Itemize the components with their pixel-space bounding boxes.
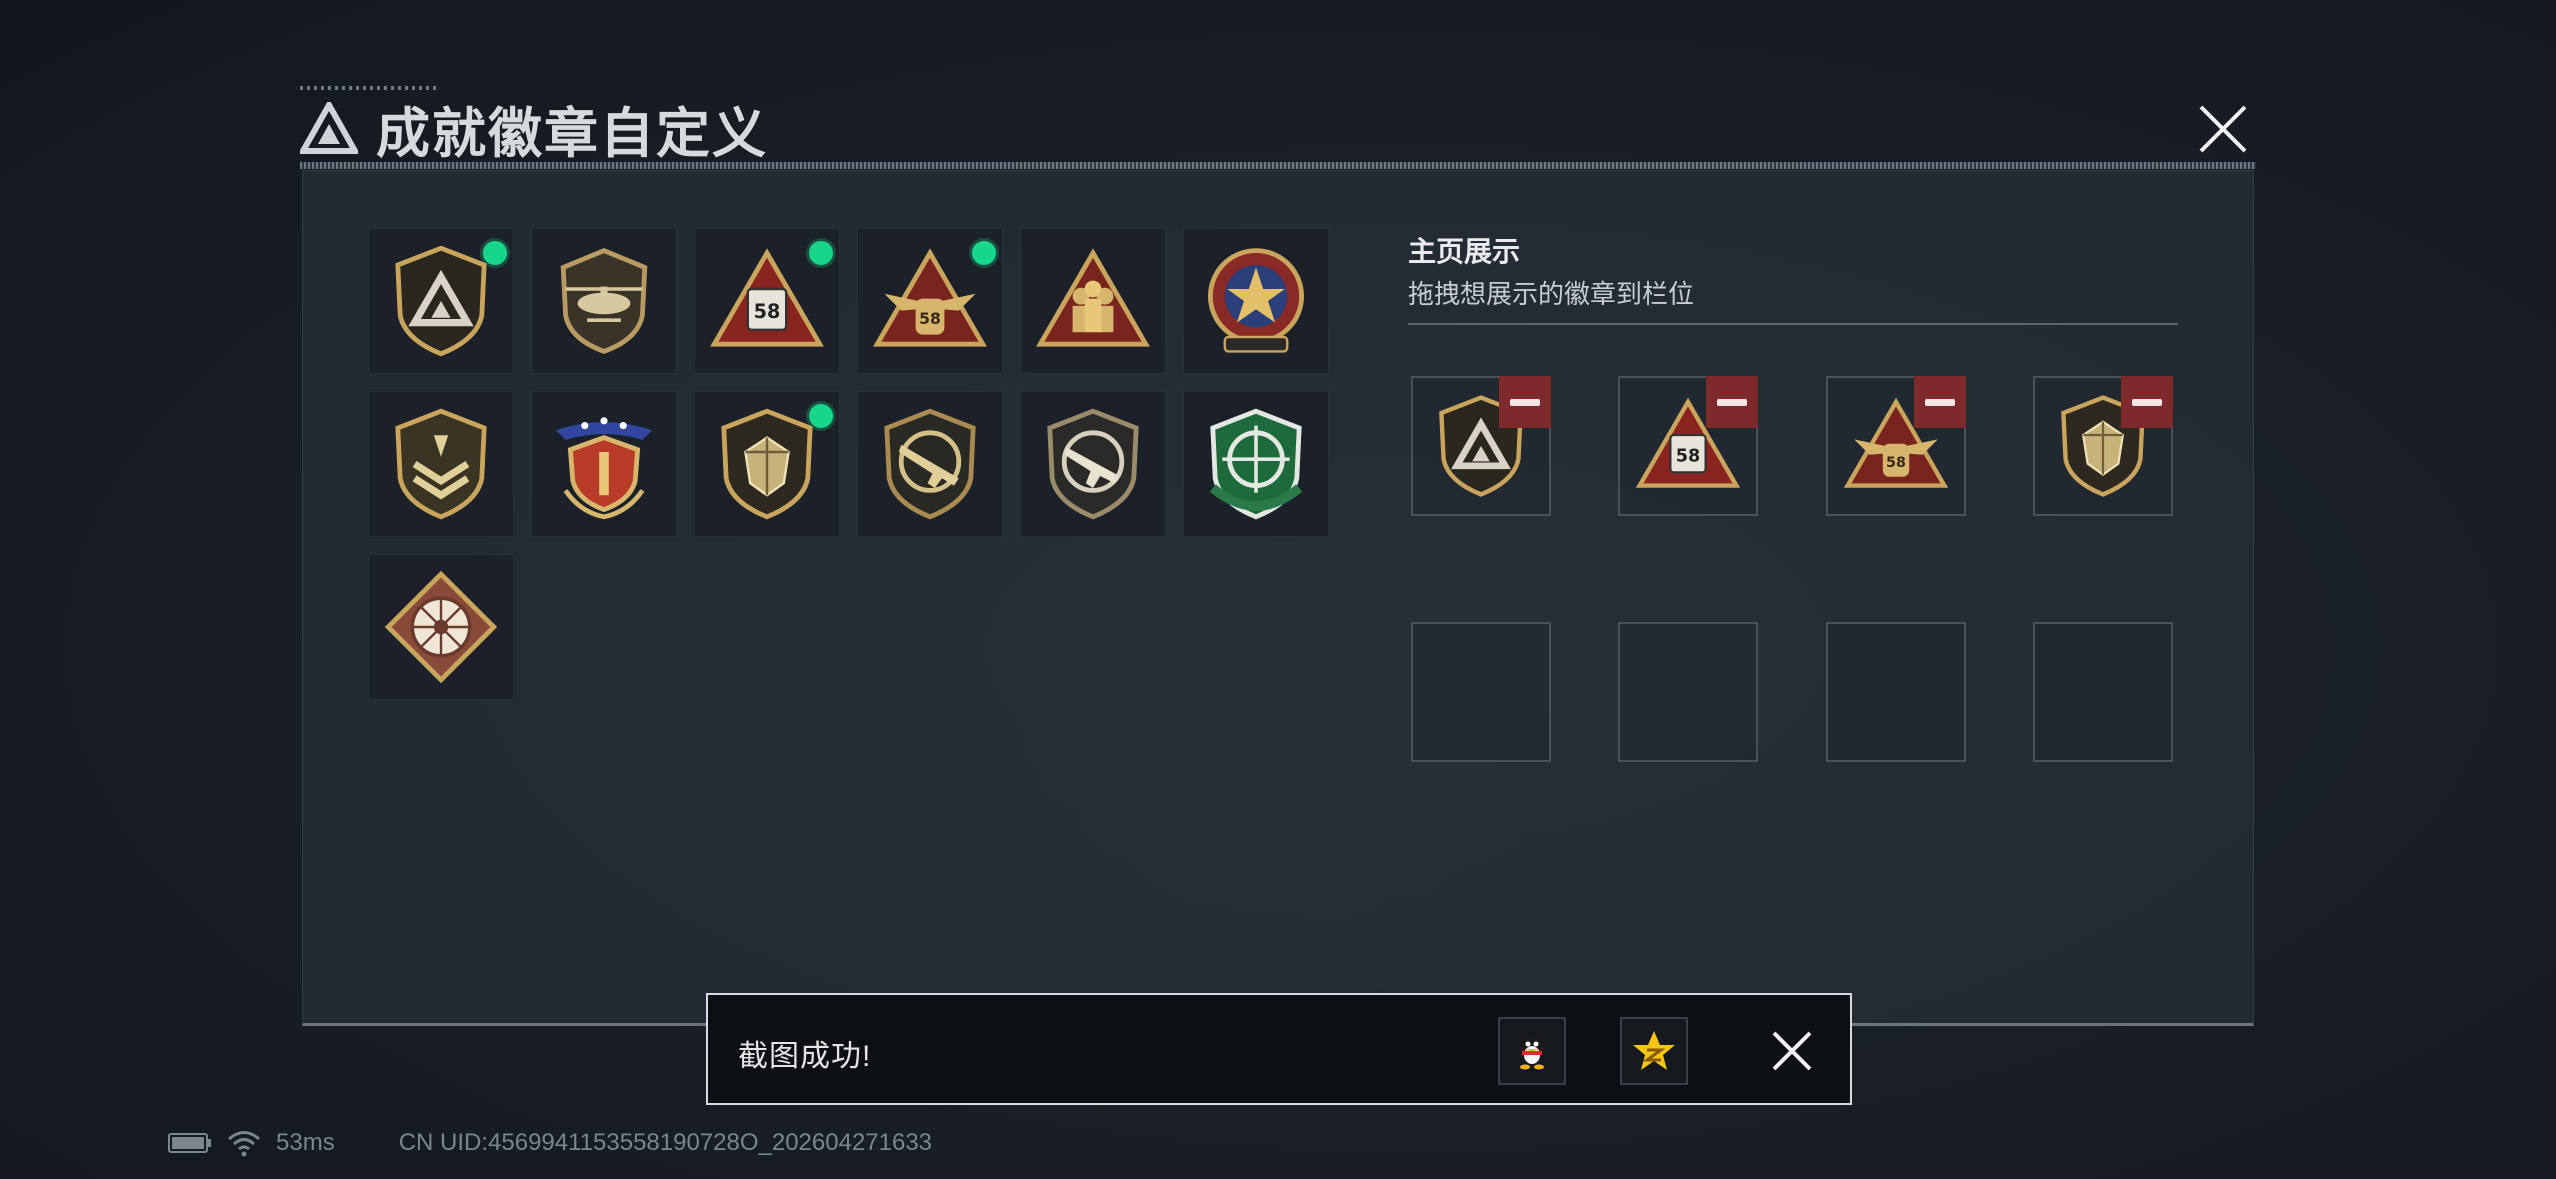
svg-text:58: 58: [1676, 446, 1700, 466]
svg-text:58: 58: [754, 300, 781, 323]
wifi-icon: [228, 1131, 260, 1157]
qzone-star-icon: [1633, 1031, 1675, 1070]
triangle-eagle-s8-badge-icon: 58: [873, 248, 987, 347]
page-title: 成就徽章自定义: [376, 103, 768, 164]
badge-tile[interactable]: [531, 391, 677, 537]
triangle-soldiers-badge-icon: [1036, 248, 1150, 347]
remove-badge-button[interactable]: [1706, 376, 1758, 428]
close-icon: [2199, 105, 2247, 153]
new-indicator: [809, 241, 833, 265]
remove-badge-button[interactable]: [1914, 376, 1966, 428]
shield-chevron-badge-icon: [395, 408, 487, 520]
new-indicator: [972, 241, 996, 265]
screenshot-toast: 截图成功!: [706, 993, 1852, 1105]
badge-tile[interactable]: 58: [694, 228, 840, 374]
empty-showcase-slot[interactable]: [1618, 622, 1758, 762]
battery-icon: [168, 1133, 211, 1153]
badge-tile[interactable]: [368, 391, 514, 537]
rifle-shield-badge-icon: [884, 408, 976, 520]
new-indicator: [483, 241, 507, 265]
pistol-shield-badge-icon: [1047, 408, 1139, 520]
showcase-slot[interactable]: [2033, 376, 2173, 516]
green-crosshair-badge-icon: [1209, 408, 1303, 520]
share-qq-button[interactable]: [1498, 1017, 1566, 1085]
svg-text:58: 58: [919, 310, 941, 328]
close-button[interactable]: [2192, 98, 2254, 160]
remove-badge-button[interactable]: [2121, 376, 2173, 428]
qq-penguin-icon: [1520, 1036, 1544, 1070]
badge-tile[interactable]: [694, 391, 840, 537]
new-indicator: [809, 404, 833, 428]
badge-tile[interactable]: [1183, 228, 1329, 374]
title-divider: [300, 162, 2256, 169]
ping-readout: 53ms: [276, 1129, 335, 1156]
winged-stars-badge-icon: [556, 417, 652, 520]
helicopter-badge-icon: [560, 248, 648, 354]
toast-close-icon[interactable]: [1768, 1027, 1816, 1075]
share-qzone-button[interactable]: [1620, 1017, 1688, 1085]
empty-showcase-slot[interactable]: [2033, 622, 2173, 762]
diamond-wheel-badge-icon: [384, 570, 498, 684]
star-medal-badge-icon: [1208, 248, 1304, 353]
minus-icon: [1510, 398, 1540, 406]
showcase-slot[interactable]: [1411, 376, 1551, 516]
minus-icon: [2132, 398, 2162, 406]
badge-tile[interactable]: [1183, 391, 1329, 537]
badge-tile[interactable]: [368, 228, 514, 374]
showcase-slot[interactable]: 58: [1618, 376, 1758, 516]
page-header: 成就徽章自定义: [300, 88, 768, 168]
badge-tile[interactable]: [368, 554, 514, 700]
status-bar: 53ms CN UID:4569941153558190728O_2026042…: [168, 1128, 932, 1158]
badge-tile[interactable]: 58: [857, 228, 1003, 374]
svg-text:58: 58: [1886, 455, 1906, 471]
showcase-subtitle: 拖拽想展示的徽章到栏位: [1408, 279, 1695, 309]
empty-showcase-slot[interactable]: [1411, 622, 1551, 762]
gem-shield-badge-icon: [721, 408, 813, 520]
showcase-slot[interactable]: 58: [1826, 376, 1966, 516]
empty-showcase-slot[interactable]: [1826, 622, 1966, 762]
triangle-logo-icon: [300, 102, 358, 154]
showcase-divider: [1408, 323, 2178, 325]
badge-tile[interactable]: [857, 391, 1003, 537]
triangle-s8-badge-icon: 58: [710, 248, 824, 347]
minus-icon: [1717, 398, 1747, 406]
minus-icon: [1925, 398, 1955, 406]
toast-message: 截图成功!: [738, 1040, 872, 1073]
badge-tile[interactable]: [1020, 391, 1166, 537]
shield-triangle-badge-icon: [395, 245, 487, 357]
remove-badge-button[interactable]: [1499, 376, 1551, 428]
showcase-title: 主页展示: [1408, 236, 1521, 267]
badge-tile[interactable]: [1020, 228, 1166, 374]
badge-tile[interactable]: [531, 228, 677, 374]
user-uid: CN UID:4569941153558190728O_202604271633: [398, 1129, 933, 1156]
